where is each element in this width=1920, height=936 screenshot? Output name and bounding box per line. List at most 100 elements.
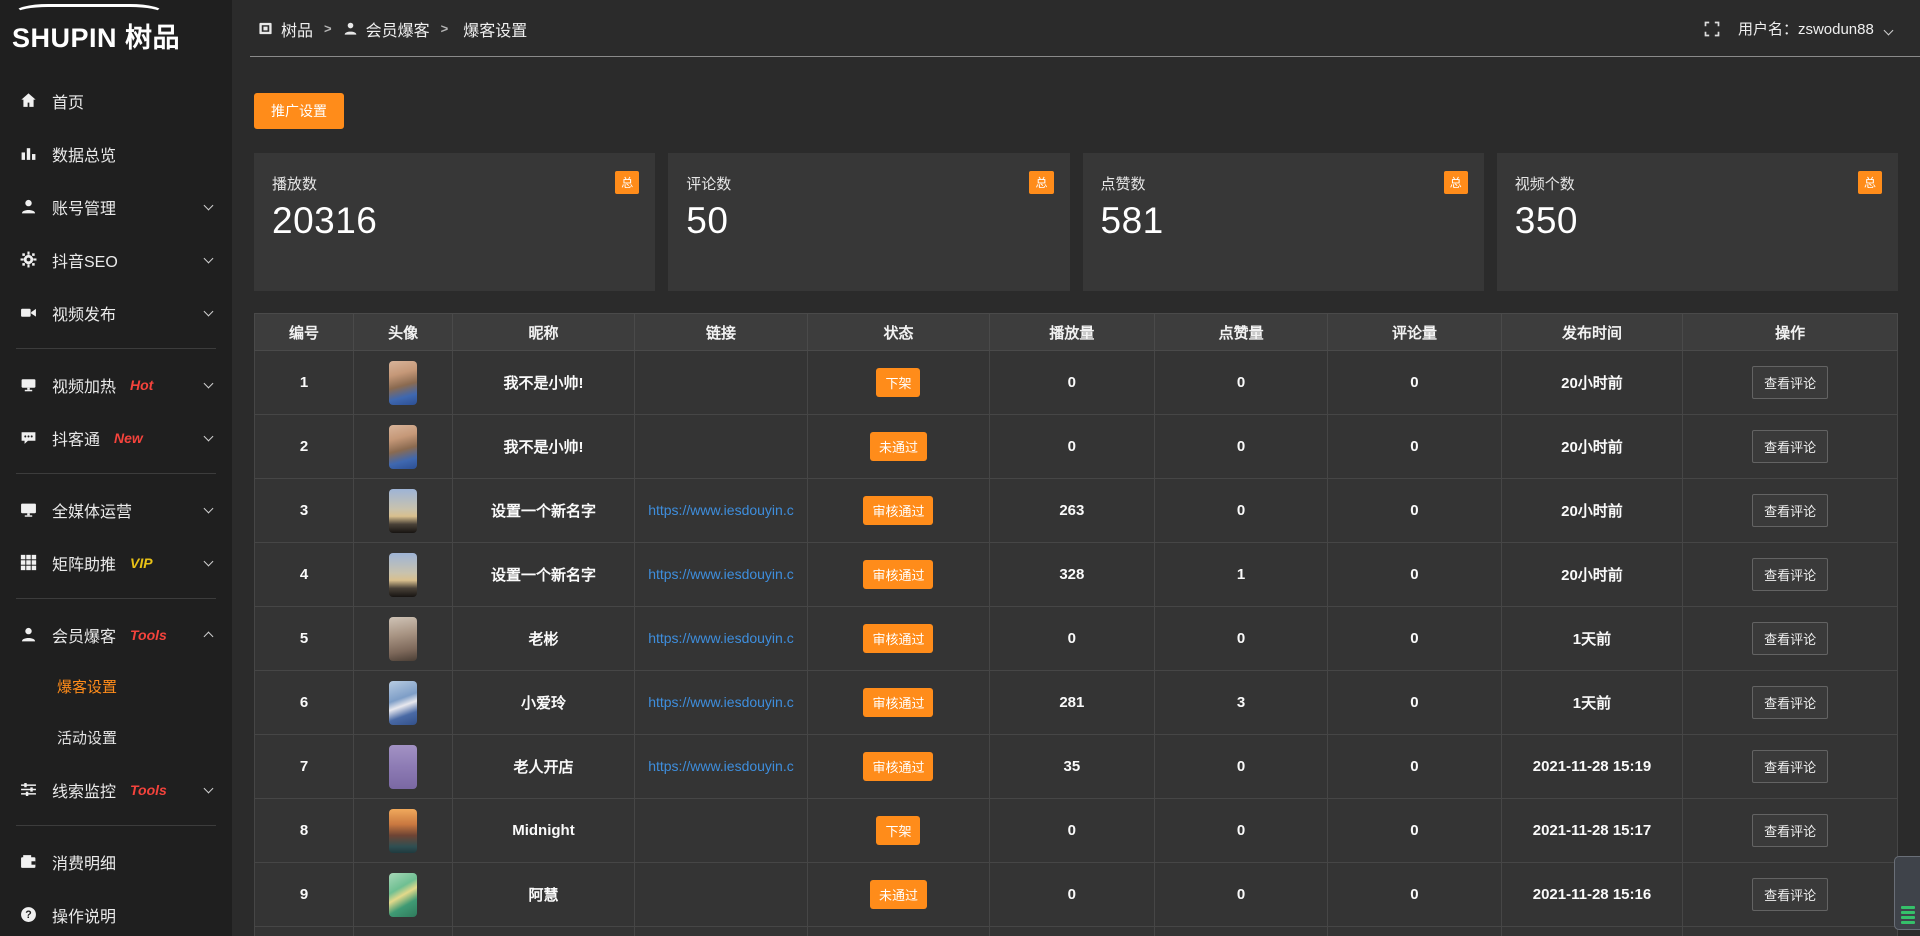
cell-likes: 0 [1154, 607, 1327, 671]
table-row: 2我不是小帅!未通过00020小时前查看评论 [255, 415, 1898, 479]
plays-count: 263 [1059, 502, 1084, 519]
total-badge: 总 [615, 171, 639, 194]
cell-nickname: 小爱玲 [453, 671, 635, 735]
cell-action: 查看评论 [1683, 543, 1898, 607]
cell-nickname: Midnight [453, 799, 635, 863]
stat-value: 50 [686, 200, 1051, 242]
sidebar-item[interactable]: 抖客通New [0, 411, 232, 464]
sidebar-item[interactable]: 数据总览 [0, 127, 232, 180]
total-badge: 总 [1444, 171, 1468, 194]
likes-count: 3 [1237, 694, 1245, 711]
sidebar-item[interactable]: 账号管理 [0, 180, 232, 233]
view-comments-button[interactable]: 查看评论 [1752, 430, 1828, 463]
nickname: 老人开店 [513, 759, 573, 776]
status-badge: 下架 [876, 368, 920, 397]
view-comments-button[interactable]: 查看评论 [1752, 814, 1828, 847]
cell-avatar [354, 799, 453, 863]
publish-time: 20小时前 [1561, 375, 1623, 392]
view-comments-button[interactable]: 查看评论 [1752, 494, 1828, 527]
sidebar-item[interactable]: 矩阵助推VIP [0, 536, 232, 589]
cell-plays: 328 [989, 543, 1154, 607]
gear-icon [20, 251, 37, 268]
sidebar-item-label: 抖音SEO [52, 248, 118, 272]
video-link[interactable]: https://www.iesdouyin.c [648, 502, 794, 518]
cell-likes [1154, 927, 1327, 936]
chevron-down-icon [204, 253, 214, 263]
cell-likes: 0 [1154, 735, 1327, 799]
cell-link [634, 351, 807, 415]
sidebar-item[interactable]: 线索监控Tools [0, 763, 232, 816]
cell-comments: 0 [1328, 863, 1501, 927]
cell-plays [989, 927, 1154, 936]
sidebar-item-label: 账号管理 [52, 195, 116, 219]
sidebar-item[interactable]: 首页 [0, 74, 232, 127]
table-row [255, 927, 1898, 936]
video-link[interactable]: https://www.iesdouyin.c [648, 630, 794, 646]
sliders-icon [20, 781, 37, 798]
sidebar-item[interactable]: 会员爆客Tools [0, 608, 232, 661]
chevron-down-icon [204, 378, 214, 388]
sidebar-subitem[interactable]: 活动设置 [0, 712, 232, 763]
sidebar-item[interactable]: 视频加热Hot [0, 358, 232, 411]
cell-comments: 0 [1328, 351, 1501, 415]
view-comments-button[interactable]: 查看评论 [1752, 366, 1828, 399]
cell-link: https://www.iesdouyin.c [634, 735, 807, 799]
likes-count: 0 [1237, 630, 1245, 647]
chevron-down-icon [204, 783, 214, 793]
cell-link: https://www.iesdouyin.c [634, 543, 807, 607]
row-id: 2 [300, 438, 308, 455]
status-badge: 审核通过 [863, 752, 933, 781]
cell-id: 9 [255, 863, 354, 927]
cell-id: 7 [255, 735, 354, 799]
view-comments-button[interactable]: 查看评论 [1752, 686, 1828, 719]
view-comments-button[interactable]: 查看评论 [1752, 558, 1828, 591]
member-icon [20, 626, 37, 643]
view-comments-button[interactable]: 查看评论 [1752, 878, 1828, 911]
cell-plays: 0 [989, 415, 1154, 479]
sidebar-item[interactable]: 消费明细 [0, 835, 232, 888]
app-logo[interactable]: SHUPIN 树品 [0, 0, 232, 58]
sidebar-subitem[interactable]: 爆客设置 [0, 661, 232, 712]
sidebar-item[interactable]: ?操作说明 [0, 888, 232, 936]
cell-link [634, 799, 807, 863]
promo-settings-button[interactable]: 推广设置 [254, 93, 344, 129]
sidebar-item[interactable]: 全媒体运营 [0, 483, 232, 536]
question-icon: ? [20, 906, 37, 923]
sidebar-badge: New [114, 430, 143, 446]
cell-avatar [354, 735, 453, 799]
breadcrumb-item-member[interactable]: 会员爆客 [366, 17, 430, 41]
video-link[interactable]: https://www.iesdouyin.c [648, 566, 794, 582]
cell-nickname: 设置一个新名字 [453, 479, 635, 543]
fullscreen-icon[interactable] [1704, 21, 1720, 37]
video-link[interactable]: https://www.iesdouyin.c [648, 694, 794, 710]
view-comments-button[interactable]: 查看评论 [1752, 750, 1828, 783]
username-dropdown[interactable]: 用户名：zswodun88 [1738, 18, 1892, 39]
breadcrumb-item-home[interactable]: 树品 [281, 17, 313, 41]
cell-comments: 0 [1328, 671, 1501, 735]
floating-service-widget[interactable] [1894, 856, 1920, 930]
column-header: 发布时间 [1501, 314, 1683, 351]
cell-status [808, 927, 990, 936]
cell-link: https://www.iesdouyin.c [634, 479, 807, 543]
cell-link [634, 863, 807, 927]
table-row: 7老人开店https://www.iesdouyin.c审核通过35002021… [255, 735, 1898, 799]
sidebar-item[interactable]: 视频发布 [0, 286, 232, 339]
view-comments-button[interactable]: 查看评论 [1752, 622, 1828, 655]
sidebar-item-label: 视频加热 [52, 373, 116, 397]
cell-time: 2021-11-28 15:17 [1501, 799, 1683, 863]
cell-time: 20小时前 [1501, 479, 1683, 543]
column-header: 链接 [634, 314, 807, 351]
cell-avatar [354, 415, 453, 479]
cell-action: 查看评论 [1683, 351, 1898, 415]
stat-label: 播放数 [272, 173, 637, 194]
bar-chart-icon [20, 145, 37, 162]
stat-label: 点赞数 [1101, 173, 1466, 194]
cell-avatar [354, 607, 453, 671]
video-link[interactable]: https://www.iesdouyin.c [648, 758, 794, 774]
cell-id: 6 [255, 671, 354, 735]
chevron-down-icon [204, 431, 214, 441]
sidebar-item[interactable]: 抖音SEO [0, 233, 232, 286]
cell-link: https://www.iesdouyin.c [634, 671, 807, 735]
likes-count: 0 [1237, 502, 1245, 519]
comments-count: 0 [1410, 502, 1418, 519]
